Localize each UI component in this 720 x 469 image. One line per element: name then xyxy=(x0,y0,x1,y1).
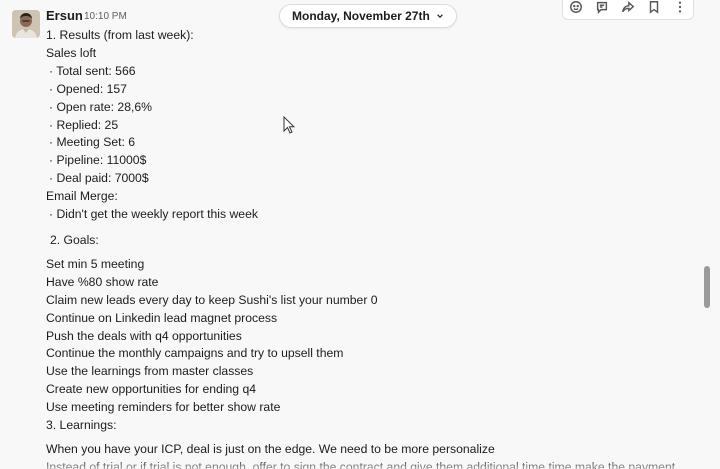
slack-message-view: Monday, November 27th Ersun 10:10 PM 1. … xyxy=(0,0,720,469)
chevron-down-icon xyxy=(437,14,443,18)
learnings-heading: 3. Learnings: xyxy=(46,418,117,433)
list-item: Have %80 show rate xyxy=(46,274,159,289)
list-item: Push the deals with q4 opportunities xyxy=(46,328,242,343)
list-item: Continue the monthly campaigns and try t… xyxy=(46,346,344,361)
mouse-cursor-icon xyxy=(283,116,295,134)
list-item: Sales loft xyxy=(46,45,97,60)
list-item: Set min 5 meeting xyxy=(46,256,145,271)
add-reaction-icon[interactable] xyxy=(569,0,583,14)
date-divider-button[interactable]: Monday, November 27th xyxy=(279,4,457,28)
list-item: When you have your ICP, deal is just on … xyxy=(46,441,495,456)
list-item: Deal paid: 7000$ xyxy=(46,170,706,188)
avatar[interactable] xyxy=(12,10,40,38)
message-actions-toolbar xyxy=(562,0,694,20)
bookmark-icon[interactable] xyxy=(647,0,661,14)
list-item: Opened: 157 xyxy=(46,81,706,99)
date-label: Monday, November 27th xyxy=(292,9,430,23)
list-item: Total sent: 566 xyxy=(46,63,706,81)
list-item: Create new opportunities for ending q4 xyxy=(46,382,257,397)
list-item: Claim new leads every day to keep Sushi'… xyxy=(46,292,378,307)
goals-heading: 2. Goals: xyxy=(50,232,99,247)
list-item: Open rate: 28,6% xyxy=(46,99,706,117)
more-icon[interactable] xyxy=(673,0,687,14)
list-item: Email Merge: xyxy=(46,189,118,204)
reply-in-thread-icon[interactable] xyxy=(595,0,609,14)
list-item: Use the learnings from master classes xyxy=(46,364,254,379)
list-item: Meeting Set: 6 xyxy=(46,134,706,152)
list-item: Replied: 25 xyxy=(46,117,706,135)
avatar-photo xyxy=(12,10,40,38)
list-item: Use meeting reminders for better show ra… xyxy=(46,400,281,415)
message-timestamp[interactable]: 10:10 PM xyxy=(84,11,127,22)
message-body: 1. Results (from last week): Sales loft … xyxy=(46,27,706,469)
list-item: Instead of trial or if trial is not enou… xyxy=(46,459,676,469)
list-item: Pipeline: 11000$ xyxy=(46,152,706,170)
results-heading: 1. Results (from last week): xyxy=(46,28,194,42)
forward-icon[interactable] xyxy=(621,0,635,14)
sender-name[interactable]: Ersun xyxy=(46,8,83,23)
list-item: Continue on Linkedin lead magnet process xyxy=(46,310,278,325)
list-item: Didn't get the weekly report this week xyxy=(46,206,706,224)
scrollbar-thumb[interactable] xyxy=(704,266,710,308)
